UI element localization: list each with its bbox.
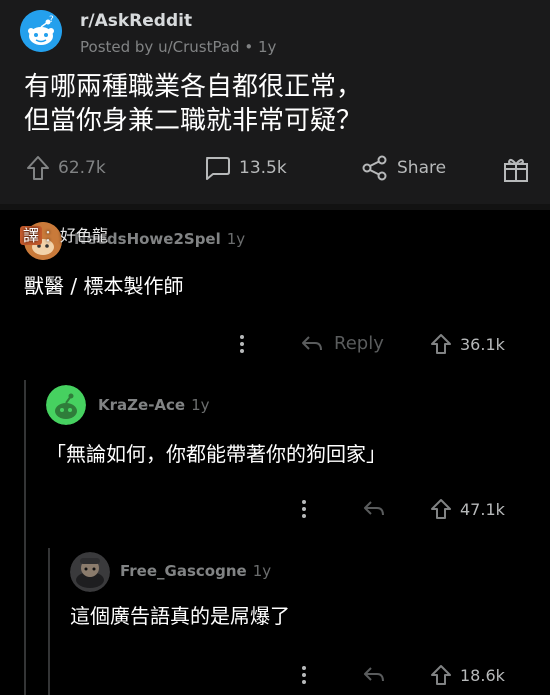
thread-line-level-1[interactable]	[24, 380, 26, 695]
post-upvote-count: 62.7k	[58, 158, 106, 178]
upvote-arrow-icon	[26, 155, 50, 181]
award-gift-icon[interactable]	[502, 155, 530, 183]
comment-3-age: 1y	[252, 562, 272, 580]
post-title-line-2: 但當你身兼二職就非常可疑？	[24, 106, 363, 136]
comment-2-age: 1y	[191, 396, 210, 414]
post-comment-count: 13.5k	[239, 158, 287, 178]
post-card: ? r/AskReddit Posted by u/CrustPad • 1y …	[0, 0, 550, 204]
comment-1-upvote-button[interactable]: 36.1k	[430, 333, 505, 355]
watermark-text: ：好色龍	[44, 226, 109, 245]
upvote-arrow-icon	[430, 333, 452, 355]
watermark-tag: 譯	[20, 226, 43, 245]
post-share-label: Share	[397, 158, 447, 178]
post-upvote-button[interactable]: 62.7k	[26, 155, 106, 181]
comment-1-reply-label: Reply	[334, 333, 384, 354]
comment-2-reply-button[interactable]	[362, 499, 386, 519]
comment-1-age: 1y	[226, 230, 246, 248]
comment-2-avatar[interactable]	[46, 385, 86, 425]
comment-2-username: KraZe-Ace	[98, 396, 186, 414]
comment-3-author[interactable]: Free_Gascogne 1y	[120, 562, 271, 580]
subreddit-avatar-icon[interactable]: ?	[20, 10, 62, 52]
post-share-button[interactable]: Share	[361, 155, 446, 181]
comment-3-upvote-button[interactable]: 18.6k	[430, 664, 505, 686]
comment-2-upvote-button[interactable]: 47.1k	[430, 498, 505, 520]
comment-3-username: Free_Gascogne	[120, 562, 247, 580]
more-vertical-icon	[300, 664, 308, 686]
more-vertical-icon	[238, 333, 246, 355]
post-meta: Posted by u/CrustPad • 1y	[80, 38, 277, 56]
comment-1-vote-count: 36.1k	[460, 334, 505, 354]
svg-text:?: ?	[49, 15, 54, 25]
reply-arrow-icon	[362, 665, 386, 685]
comment-1-reply-button[interactable]: Reply	[300, 333, 384, 354]
comment-1-body: 獸醫 / 標本製作師	[24, 274, 184, 298]
subreddit-name[interactable]: r/AskReddit	[80, 11, 192, 31]
translator-watermark: 譯：好色龍	[20, 222, 108, 246]
post-title[interactable]: 有哪兩種職業各自都很正常， 但當你身兼二職就非常可疑？	[24, 70, 534, 138]
upvote-arrow-icon	[430, 664, 452, 686]
upvote-arrow-icon	[430, 498, 452, 520]
comment-3-avatar[interactable]	[70, 552, 110, 592]
comment-2-more-button[interactable]	[300, 498, 308, 520]
reply-arrow-icon	[362, 499, 386, 519]
reply-arrow-icon	[300, 334, 324, 354]
share-icon	[361, 155, 389, 181]
more-vertical-icon	[300, 498, 308, 520]
comment-3-body: 這個廣告語真的是屌爆了	[70, 604, 290, 628]
comment-3-reply-button[interactable]	[362, 665, 386, 685]
comment-bubble-icon	[203, 155, 231, 181]
post-title-line-1: 有哪兩種職業各自都很正常，	[24, 72, 363, 102]
comment-3-more-button[interactable]	[300, 664, 308, 686]
comment-2-body: 「無論如何，你都能帶著你的狗回家」	[46, 442, 386, 466]
post-comments-divider	[0, 204, 550, 210]
thread-line-level-2[interactable]	[48, 548, 50, 695]
comment-2-vote-count: 47.1k	[460, 499, 505, 519]
comment-3-vote-count: 18.6k	[460, 665, 505, 685]
comment-2-author[interactable]: KraZe-Ace 1y	[98, 396, 210, 414]
comment-1-more-button[interactable]	[238, 333, 246, 355]
post-comments-button[interactable]: 13.5k	[203, 155, 287, 181]
